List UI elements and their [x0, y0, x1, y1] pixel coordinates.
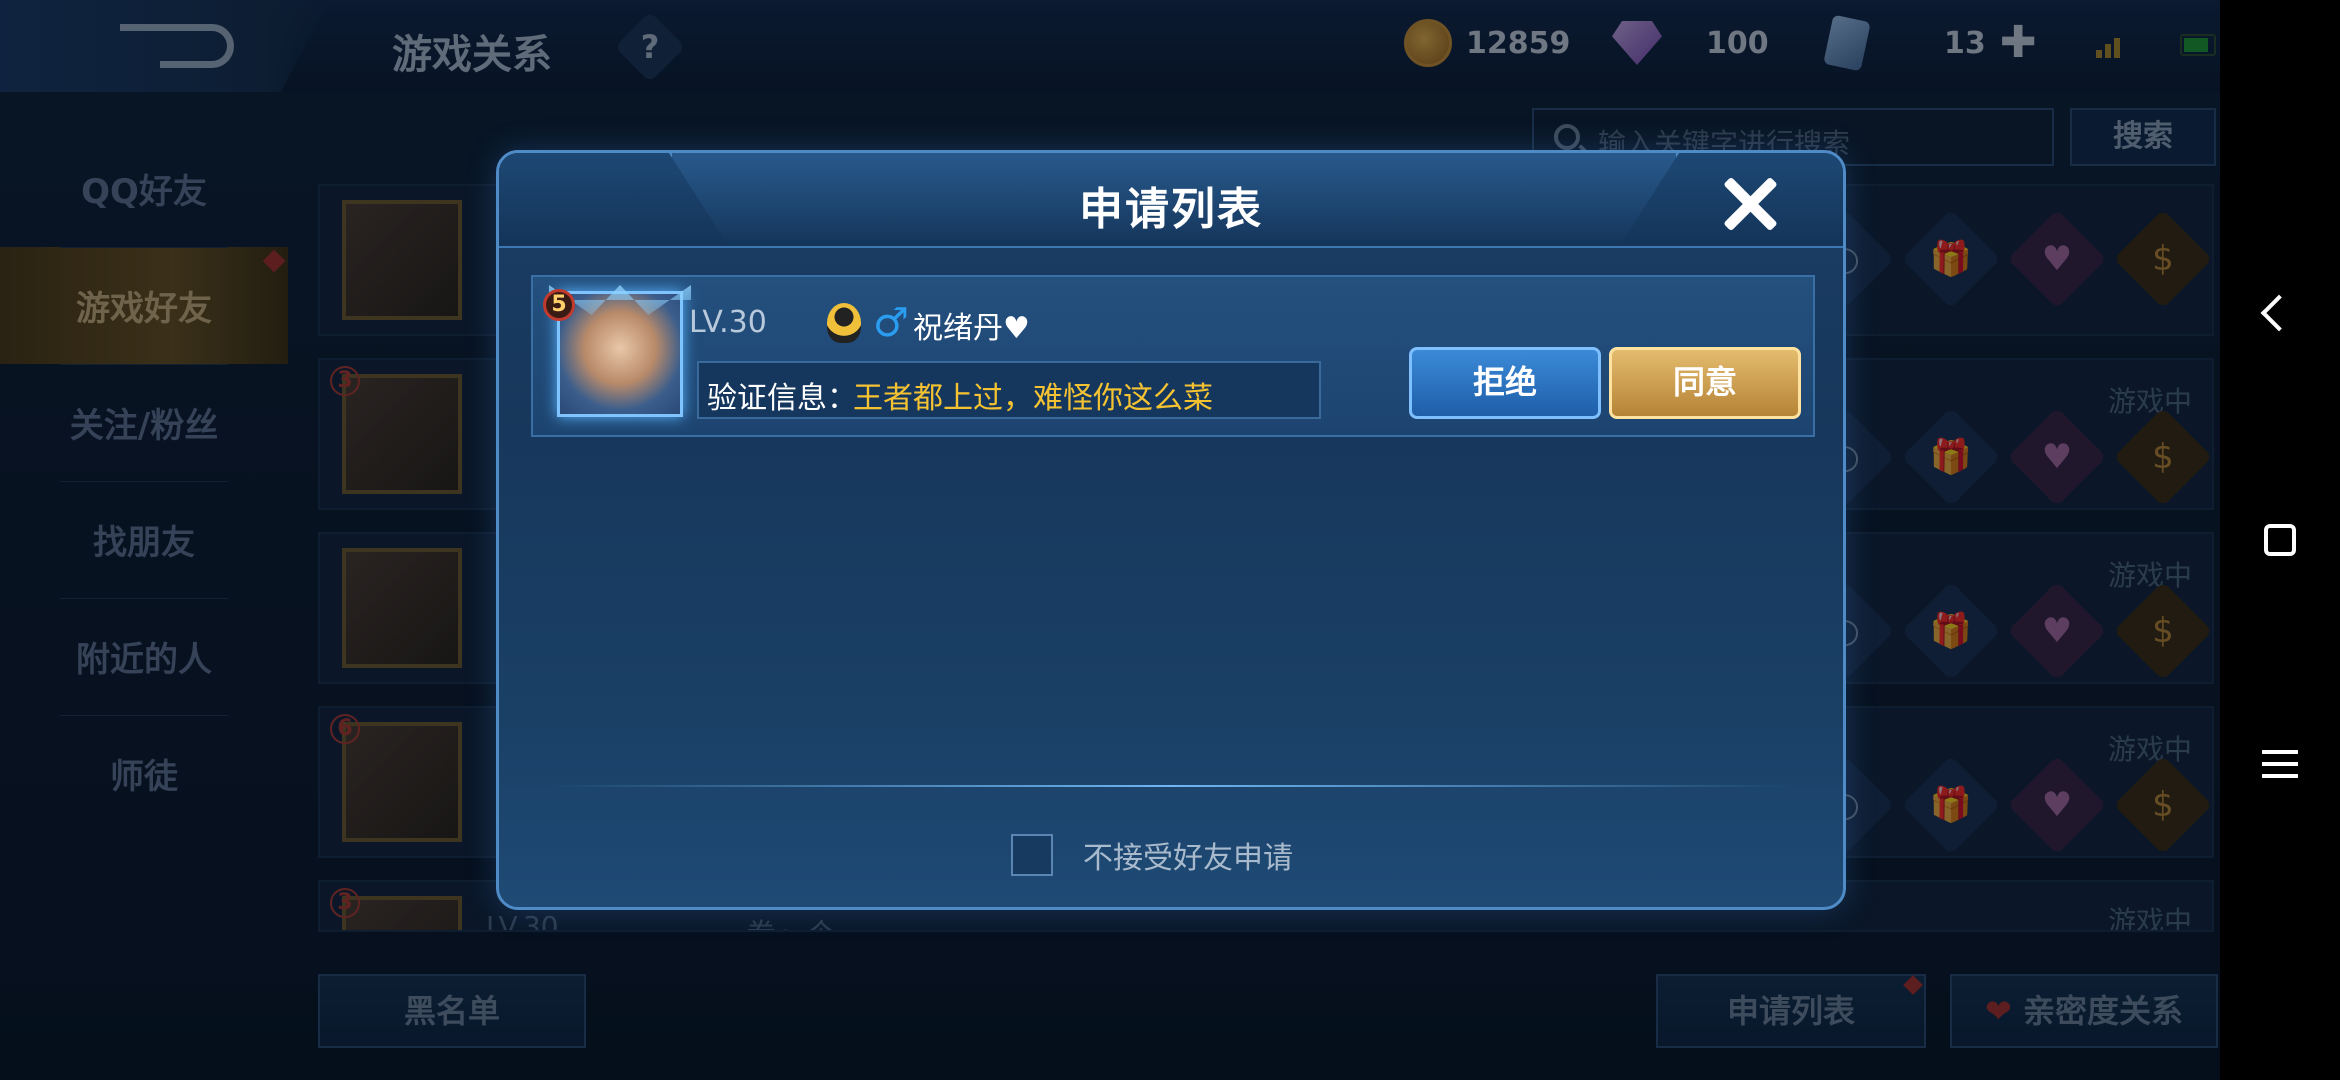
dialog-title: 申请列表 — [1079, 184, 1263, 235]
friend-request-item: 5 LV.30 ♂ 祝绪丹♥ 验证信息： 王者都上过，难怪你这么菜 拒绝 同意 — [531, 275, 1815, 437]
male-gender-icon: ♂ — [873, 300, 909, 346]
requester-avatar[interactable] — [557, 291, 683, 417]
accept-button[interactable]: 同意 — [1609, 347, 1801, 419]
nav-back-icon[interactable] — [2260, 294, 2298, 332]
reject-requests-option[interactable]: 不接受好友申请 — [1011, 833, 1293, 877]
system-nav-bar — [2220, 0, 2340, 1080]
reject-requests-label: 不接受好友申请 — [1083, 841, 1293, 876]
close-icon[interactable] — [1721, 175, 1777, 231]
verification-message: 王者都上过，难怪你这么菜 — [853, 381, 1213, 416]
requester-name: 祝绪丹♥ — [913, 311, 1030, 346]
verification-message-box: 验证信息： 王者都上过，难怪你这么菜 — [697, 361, 1321, 419]
nav-menu-icon[interactable] — [2262, 750, 2298, 778]
nav-home-icon[interactable] — [2264, 524, 2296, 556]
dialog-header: 申请列表 — [499, 153, 1843, 248]
reject-requests-checkbox[interactable] — [1011, 834, 1053, 876]
verification-label: 验证信息： — [707, 381, 857, 416]
rank-badge: 5 — [543, 289, 575, 321]
qq-penguin-icon — [827, 303, 861, 343]
request-list-dialog: 申请列表 5 LV.30 ♂ 祝绪丹♥ 验证信息： 王者都上过，难怪你这么菜 拒… — [496, 150, 1846, 910]
divider — [549, 785, 1793, 787]
reject-button[interactable]: 拒绝 — [1409, 347, 1601, 419]
requester-level: LV.30 — [689, 305, 767, 340]
